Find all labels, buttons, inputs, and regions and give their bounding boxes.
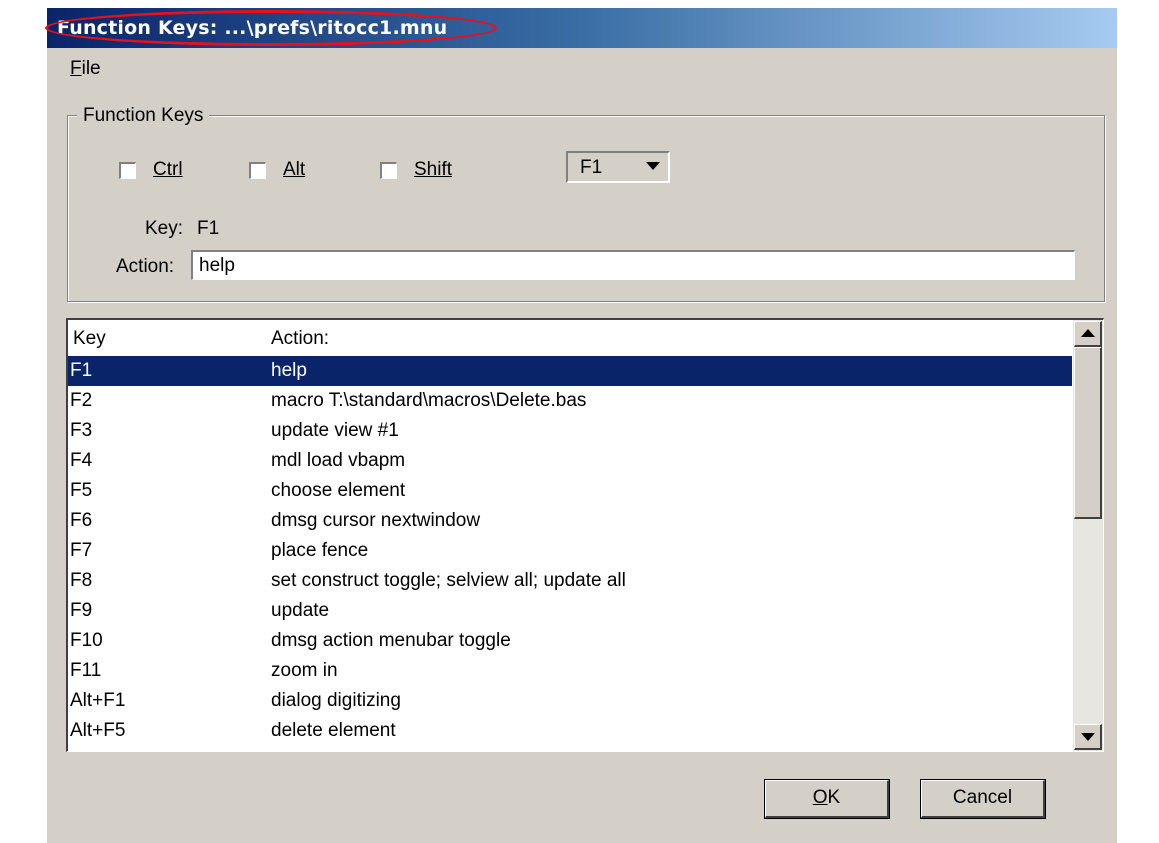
list-item[interactable]: F3 update view #1 bbox=[68, 416, 1072, 446]
list-item-action: mdl load vbapm bbox=[271, 450, 406, 471]
title-bar[interactable]: Function Keys: ...\prefs\ritocc1.mnu bbox=[45, 8, 1117, 48]
ctrl-checkbox[interactable]: Ctrl bbox=[119, 159, 183, 181]
shift-checkbox-box[interactable] bbox=[380, 161, 397, 179]
list-item-key: F8 bbox=[70, 570, 93, 591]
menu-file-mnemonic: F bbox=[70, 58, 82, 79]
action-caption: Action: bbox=[116, 256, 175, 277]
list-item-key: F7 bbox=[70, 540, 93, 561]
list-item-key: F9 bbox=[70, 600, 93, 621]
list-item[interactable]: F11 zoom in bbox=[68, 656, 1072, 686]
list-item-action: zoom in bbox=[271, 660, 338, 681]
list-item-action: choose element bbox=[271, 480, 406, 501]
list-item-action: place fence bbox=[271, 540, 369, 561]
list-item[interactable]: Alt+F5 delete element bbox=[68, 716, 1072, 746]
scroll-thumb[interactable] bbox=[1074, 347, 1102, 519]
menu-bar: File bbox=[47, 54, 1117, 84]
alt-checkbox-label: Alt bbox=[283, 159, 306, 180]
list-item-key: Alt+F1 bbox=[70, 690, 126, 711]
action-field[interactable]: help bbox=[191, 250, 1075, 280]
function-key-select-value: F1 bbox=[580, 157, 603, 178]
shift-checkbox-label: Shift bbox=[414, 159, 453, 180]
vertical-scrollbar[interactable] bbox=[1073, 320, 1103, 751]
cancel-button[interactable]: Cancel bbox=[920, 779, 1046, 819]
action-field-value: help bbox=[199, 255, 235, 276]
scroll-up-button[interactable] bbox=[1074, 321, 1102, 347]
key-value: F1 bbox=[197, 218, 220, 239]
title-annotation-ellipse bbox=[45, 10, 497, 46]
scroll-down-button[interactable] bbox=[1074, 724, 1102, 750]
list-item-key: F6 bbox=[70, 510, 93, 531]
list-item-action: help bbox=[271, 360, 307, 381]
alt-checkbox-box[interactable] bbox=[249, 161, 266, 179]
ctrl-checkbox-box[interactable] bbox=[119, 161, 136, 179]
list-item[interactable]: Alt+F1 dialog digitizing bbox=[68, 686, 1072, 716]
list-item-key: Alt+F5 bbox=[70, 720, 126, 741]
column-header-action[interactable]: Action: bbox=[271, 328, 329, 350]
menu-file-label: ile bbox=[81, 58, 101, 79]
list-item-action: update view #1 bbox=[271, 420, 399, 441]
list-item[interactable]: F10 dmsg action menubar toggle bbox=[68, 626, 1072, 656]
menu-file[interactable]: File bbox=[70, 58, 101, 80]
arrow-up-icon bbox=[1081, 329, 1095, 337]
key-action-list[interactable]: Key Action: F1 help F2 macro T:\standard\ma… bbox=[66, 318, 1104, 752]
list-item-key: F3 bbox=[70, 420, 93, 441]
list-rows: F1 help F2 macro T:\standard\macros\Delete.… bbox=[68, 356, 1072, 746]
list-item[interactable]: F4 mdl load vbapm bbox=[68, 446, 1072, 476]
list-item-key: F5 bbox=[70, 480, 93, 501]
list-item[interactable]: F9 update bbox=[68, 596, 1072, 626]
list-item-action: set construct toggle; selview all; updat… bbox=[271, 570, 626, 591]
list-item-action: dialog digitizing bbox=[271, 690, 401, 711]
list-item-action: update bbox=[271, 600, 330, 621]
list-item-action: dmsg cursor nextwindow bbox=[271, 510, 481, 531]
list-item-action: macro T:\standard\macros\Delete.bas bbox=[271, 390, 587, 411]
list-item[interactable]: F8 set construct toggle; selview all; upd… bbox=[68, 566, 1072, 596]
list-item-action: delete element bbox=[271, 720, 396, 741]
list-item[interactable]: F7 place fence bbox=[68, 536, 1072, 566]
list-item-action: dmsg action menubar toggle bbox=[271, 630, 511, 651]
alt-checkbox[interactable]: Alt bbox=[249, 159, 305, 181]
ctrl-checkbox-label: Ctrl bbox=[153, 159, 183, 180]
ok-button-label: K bbox=[827, 787, 841, 808]
list-item-key: F2 bbox=[70, 390, 93, 411]
shift-checkbox[interactable]: Shift bbox=[380, 159, 452, 181]
ok-button[interactable]: OK bbox=[764, 779, 890, 819]
list-item[interactable]: F1 help bbox=[68, 356, 1072, 386]
list-item[interactable]: F6 dmsg cursor nextwindow bbox=[68, 506, 1072, 536]
list-item-key: F4 bbox=[70, 450, 93, 471]
function-keys-dialog: Function Keys: ...\prefs\ritocc1.mnu Fil… bbox=[45, 8, 1117, 843]
chevron-down-icon[interactable] bbox=[646, 162, 660, 170]
group-legend: Function Keys bbox=[77, 105, 210, 127]
list-item-key: F11 bbox=[70, 660, 102, 681]
arrow-down-icon bbox=[1081, 733, 1095, 741]
key-caption: Key: bbox=[145, 218, 184, 239]
list-header: Key Action: bbox=[68, 320, 1072, 354]
list-item-key: F1 bbox=[70, 360, 93, 381]
function-key-select[interactable]: F1 bbox=[566, 151, 670, 183]
ok-button-mnemonic: O bbox=[812, 787, 828, 808]
list-item-key: F10 bbox=[70, 630, 103, 651]
list-item[interactable]: F2 macro T:\standard\macros\Delete.bas bbox=[68, 386, 1072, 416]
list-item[interactable]: F5 choose element bbox=[68, 476, 1072, 506]
column-header-key[interactable]: Key bbox=[73, 328, 106, 350]
